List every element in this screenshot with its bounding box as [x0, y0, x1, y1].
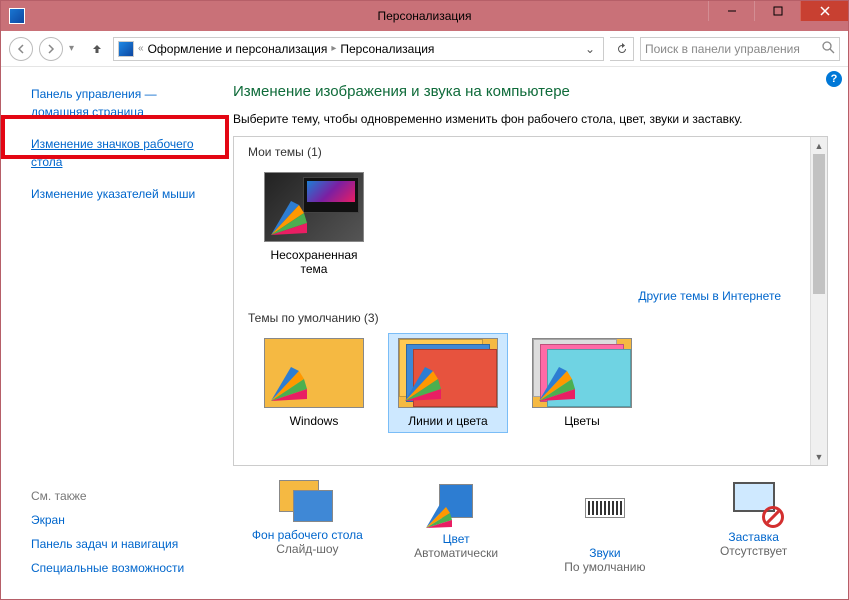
maximize-button[interactable] — [754, 1, 800, 21]
crumb-prefix: « — [138, 43, 144, 54]
sidebar-link-desktop-icons[interactable]: Изменение значков рабочего стола — [31, 135, 217, 171]
more-themes-link[interactable]: Другие темы в Интернете — [244, 285, 805, 309]
theme-unsaved[interactable]: Несохраненная тема — [254, 167, 374, 281]
setting-label: Цвет — [391, 532, 521, 546]
main-panel: ? Изменение изображения и звука на компь… — [221, 67, 848, 599]
address-dropdown[interactable]: ⌄ — [585, 42, 595, 56]
theme-flowers[interactable]: Цветы — [522, 333, 642, 433]
location-icon — [118, 41, 134, 57]
search-icon[interactable] — [822, 41, 835, 57]
my-themes-header: Мои темы (1) — [248, 145, 805, 159]
app-icon — [9, 8, 25, 24]
theme-label: Windows — [259, 414, 369, 428]
nav-bar: ▾ « Оформление и персонализация ▸ Персон… — [1, 31, 848, 67]
setting-desc: Автоматически — [391, 546, 521, 560]
minimize-button[interactable] — [708, 1, 754, 21]
wallpaper-icon — [279, 480, 335, 524]
chevron-right-icon: ▸ — [331, 43, 336, 54]
setting-label: Звуки — [540, 546, 670, 560]
theme-label: Цветы — [527, 414, 637, 428]
refresh-button[interactable] — [610, 37, 634, 61]
screensaver-button[interactable]: Заставка Отсутствует — [689, 480, 819, 574]
sound-icon: ♪♫ — [577, 498, 633, 542]
search-box[interactable] — [640, 37, 840, 61]
sidebar: Панель управления —домашняя страница Изм… — [1, 67, 221, 599]
setting-desc: Отсутствует — [689, 544, 819, 558]
close-button[interactable] — [800, 1, 848, 21]
crumb-parent[interactable]: Оформление и персонализация — [148, 42, 328, 56]
theme-lines-colors[interactable]: Линии и цвета — [388, 333, 508, 433]
laptop-icon — [303, 177, 359, 213]
scrollbar[interactable]: ▲ ▼ — [810, 137, 827, 465]
screensaver-icon — [726, 482, 782, 526]
sounds-button[interactable]: ♪♫ Звуки По умолчанию — [540, 480, 670, 574]
help-icon[interactable]: ? — [826, 71, 842, 87]
themes-list: Мои темы (1) Несохраненная тема Другие т… — [233, 136, 828, 466]
crumb-current[interactable]: Персонализация — [340, 42, 434, 56]
scroll-up-icon[interactable]: ▲ — [811, 137, 827, 154]
setting-label: Фон рабочего стола — [242, 528, 372, 542]
color-button[interactable]: Цвет Автоматически — [391, 480, 521, 574]
color-fan-icon — [535, 365, 575, 405]
default-themes-header: Темы по умолчанию (3) — [248, 311, 805, 325]
history-dropdown[interactable]: ▾ — [69, 43, 81, 54]
see-also-accessibility[interactable]: Специальные возможности — [31, 561, 184, 575]
page-heading: Изменение изображения и звука на компьют… — [233, 83, 828, 100]
scroll-down-icon[interactable]: ▼ — [811, 448, 827, 465]
content-area: Панель управления —домашняя страница Изм… — [1, 67, 848, 599]
see-also-taskbar[interactable]: Панель задач и навигация — [31, 537, 184, 551]
desktop-background-button[interactable]: Фон рабочего стола Слайд-шоу — [242, 480, 372, 574]
address-bar[interactable]: « Оформление и персонализация ▸ Персонал… — [113, 37, 604, 61]
color-fan-icon — [267, 199, 307, 239]
color-fan-icon — [401, 365, 441, 405]
theme-label: Линии и цвета — [393, 414, 503, 428]
see-also-section: См. также Экран Панель задач и навигация… — [31, 489, 184, 585]
search-input[interactable] — [645, 42, 822, 56]
forward-button[interactable] — [39, 37, 63, 61]
scroll-thumb[interactable] — [813, 154, 825, 294]
see-also-title: См. также — [31, 489, 184, 503]
settings-row: Фон рабочего стола Слайд-шоу Цвет Автома… — [233, 466, 828, 574]
see-also-display[interactable]: Экран — [31, 513, 184, 527]
setting-desc: Слайд-шоу — [242, 542, 372, 556]
theme-label: Несохраненная тема — [259, 248, 369, 276]
page-subtext: Выберите тему, чтобы одновременно измени… — [233, 112, 828, 126]
theme-windows[interactable]: Windows — [254, 333, 374, 433]
color-fan-icon — [267, 365, 307, 405]
setting-desc: По умолчанию — [540, 560, 670, 574]
up-button[interactable] — [87, 39, 107, 59]
cp-home-link[interactable]: Панель управления —домашняя страница — [31, 85, 217, 121]
back-button[interactable] — [9, 37, 33, 61]
setting-label: Заставка — [689, 530, 819, 544]
title-bar: Персонализация — [1, 1, 848, 31]
color-icon — [428, 484, 484, 528]
sidebar-link-mouse-pointers[interactable]: Изменение указателей мыши — [31, 185, 217, 203]
